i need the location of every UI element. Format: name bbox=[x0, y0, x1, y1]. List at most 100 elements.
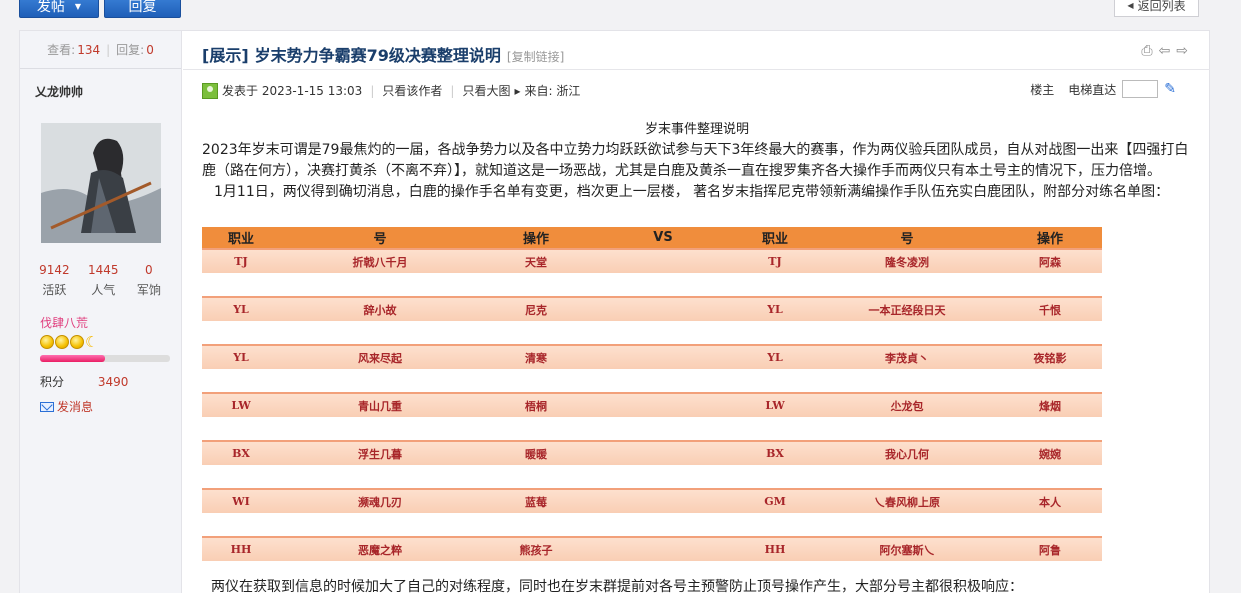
avatar[interactable] bbox=[41, 123, 161, 243]
table-row: BX 浮生几暮 暖暖 BX 我心几何 婉婉 bbox=[202, 440, 1102, 465]
post-meta: 发表于 2023-1-15 13:03 | 只看该作者 | 只看大图 ▸ 来自:… bbox=[202, 82, 580, 99]
table-row: YL 辞小故 尼克 YL 一本正经段日天 千恨 bbox=[202, 296, 1102, 321]
only-author-link[interactable]: 只看该作者 bbox=[382, 82, 442, 99]
reply-button[interactable]: 回复 bbox=[104, 0, 181, 18]
table-cell: 阿鲁 bbox=[998, 536, 1102, 561]
table-cell: 梧桐 bbox=[480, 392, 592, 417]
table-cell bbox=[592, 392, 734, 417]
stat-pay[interactable]: 0 军饷 bbox=[137, 263, 161, 298]
table-cell: 暖暖 bbox=[480, 440, 592, 465]
table-cell: 我心几何 bbox=[816, 440, 998, 465]
table-spacer-row bbox=[202, 465, 1102, 489]
online-status-icon bbox=[202, 82, 218, 99]
send-message-label: 发消息 bbox=[57, 400, 94, 414]
table-spacer-row bbox=[202, 369, 1102, 393]
big-image-link[interactable]: 只看大图 bbox=[462, 82, 510, 99]
table-spacer-cell bbox=[202, 417, 1102, 441]
paragraph: 两仪在获取到信息的时候加大了自己的对练程度，同时也在岁末群提前对各号主预警防止顶… bbox=[211, 579, 1023, 593]
table-cell: 辞小故 bbox=[280, 296, 480, 321]
back-to-list-label: 返回列表 bbox=[1137, 0, 1186, 13]
table-row: TJ 折戟八千月 天堂 TJ 隆冬凌冽 阿森 bbox=[202, 248, 1102, 273]
table-cell: WI bbox=[202, 488, 280, 513]
previous-thread-icon[interactable]: ⇦ bbox=[1159, 43, 1171, 59]
stat-value: 0 bbox=[145, 263, 153, 277]
send-message-link[interactable]: 发消息 bbox=[40, 398, 93, 415]
column-header: 号 bbox=[816, 227, 998, 249]
table-cell: LW bbox=[734, 392, 816, 417]
table-cell: 阿尔塞斯乀 bbox=[816, 536, 998, 561]
jump-label: 电梯直达 bbox=[1068, 82, 1117, 97]
from-location: 来自: 浙江 bbox=[524, 84, 581, 98]
stat-value: 1445 bbox=[87, 263, 119, 277]
views-label: 查看: bbox=[47, 43, 76, 57]
sun-medal-icon bbox=[55, 335, 69, 349]
avatar-figure-icon bbox=[41, 123, 161, 243]
table-cell: 天堂 bbox=[480, 248, 592, 273]
divider: ▸ bbox=[514, 83, 521, 98]
replies-label: 回复: bbox=[116, 43, 145, 57]
stat-label: 人气 bbox=[91, 283, 116, 297]
post-tag[interactable]: [展示] bbox=[202, 42, 249, 66]
back-to-list-button[interactable]: ◀ 返回列表 bbox=[1114, 0, 1199, 17]
next-thread-icon[interactable]: ⇨ bbox=[1176, 43, 1188, 59]
table-cell: BX bbox=[734, 440, 816, 465]
table-row: HH 恶魔之粹 熊孩子 HH 阿尔塞斯乀 阿鲁 bbox=[202, 536, 1102, 561]
score-row: 积分 3490 bbox=[40, 373, 128, 390]
table-spacer-row bbox=[202, 321, 1102, 345]
table-cell: 乀春风柳上原 bbox=[816, 488, 998, 513]
replies-count: 0 bbox=[146, 42, 154, 57]
table-spacer-row bbox=[202, 273, 1102, 297]
copy-link-button[interactable]: [复制链接] bbox=[507, 48, 564, 65]
table-cell: 浮生几暮 bbox=[280, 440, 480, 465]
practice-roster-table: 职业 号 操作 VS 职业 号 操作 TJ 折戟八千月 天堂 TJ 隆冬凌冽 阿森 YL 辞小… bbox=[202, 227, 1102, 585]
table-cell bbox=[592, 296, 734, 321]
author-name[interactable]: 乂龙帅帅 bbox=[35, 83, 83, 100]
table-spacer-cell bbox=[202, 273, 1102, 297]
table-cell: 尐龙包 bbox=[816, 392, 998, 417]
table-cell: 李茂貞丶 bbox=[816, 344, 998, 369]
user-rank[interactable]: 伐肆八荒 bbox=[40, 314, 88, 331]
post-body: [展示] 岁末势力争霸赛79级决赛整理说明 [复制链接] ⎙ ⇦ ⇨ 发表于 2… bbox=[183, 31, 1210, 593]
divider: | bbox=[450, 83, 455, 98]
table-cell: LW bbox=[202, 392, 280, 417]
table-cell: HH bbox=[202, 536, 280, 561]
chevron-down-icon: ▼ bbox=[74, 1, 82, 11]
column-header: 职业 bbox=[734, 227, 816, 249]
table-cell bbox=[592, 248, 734, 273]
score-value: 3490 bbox=[97, 375, 129, 389]
post-frame: 查看: 134 | 回复: 0 乂龙帅帅 9142 活跃 1445 人气 0 军… bbox=[19, 30, 1210, 593]
column-header: 操作 bbox=[480, 227, 592, 249]
table-cell: YL bbox=[202, 344, 280, 369]
stat-activity[interactable]: 9142 活跃 bbox=[39, 263, 70, 298]
paragraph: 1月11日，两仪得到确切消息，白鹿的操作手名单有变更，档次更上一层楼， 著名岁末… bbox=[214, 184, 1170, 200]
divider: | bbox=[106, 42, 111, 57]
new-post-button[interactable]: 发帖 ▼ bbox=[19, 0, 99, 18]
floor-jump-input[interactable] bbox=[1122, 80, 1159, 98]
table-spacer-cell bbox=[202, 369, 1102, 393]
table-cell bbox=[592, 440, 734, 465]
mail-icon bbox=[40, 401, 54, 412]
table-cell: 青山几重 bbox=[280, 392, 480, 417]
table-cell: 风来尽起 bbox=[280, 344, 480, 369]
post-title: 岁末势力争霸赛79级决赛整理说明 bbox=[254, 46, 501, 65]
table-cell: YL bbox=[734, 344, 816, 369]
stat-popularity[interactable]: 1445 人气 bbox=[88, 263, 119, 298]
table-cell: 阿森 bbox=[998, 248, 1102, 273]
stat-label: 活跃 bbox=[42, 283, 67, 297]
print-icon[interactable]: ⎙ bbox=[1141, 43, 1152, 59]
table-cell: 熊孩子 bbox=[480, 536, 592, 561]
table-row: YL 风来尽起 清寒 YL 李茂貞丶 夜铭影 bbox=[202, 344, 1102, 369]
go-icon[interactable]: ✎ bbox=[1164, 81, 1176, 97]
level-progress-fill bbox=[40, 355, 105, 362]
table-cell: TJ bbox=[202, 248, 280, 273]
table-cell bbox=[592, 536, 734, 561]
posted-at: 发表于 2023-1-15 13:03 bbox=[222, 84, 363, 98]
table-spacer-row bbox=[202, 417, 1102, 441]
table-cell: 婉婉 bbox=[998, 440, 1102, 465]
table-cell: 千恨 bbox=[998, 296, 1102, 321]
table-cell: BX bbox=[202, 440, 280, 465]
content-title: 岁末事件整理说明 bbox=[644, 122, 749, 137]
floor-controls: 楼主 电梯直达 ✎ bbox=[1030, 80, 1176, 98]
paragraph: 2023年岁末可谓是79最焦灼的一届，各战争势力以及各中立势力均跃跃欲试参与天下… bbox=[202, 142, 1189, 179]
table-spacer-cell bbox=[202, 513, 1102, 537]
